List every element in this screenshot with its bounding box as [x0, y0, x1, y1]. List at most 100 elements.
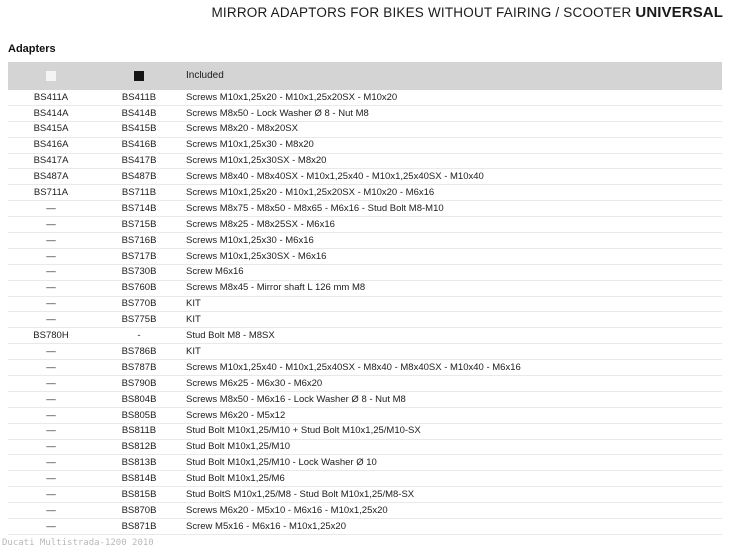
page-title-emphasis: UNIVERSAL [635, 4, 723, 21]
adapter-code-b: BS487B [94, 172, 184, 182]
adapter-code-b: BS790B [94, 379, 184, 389]
adapter-code-a: — [8, 220, 94, 230]
included-parts: KIT [184, 347, 722, 357]
adapter-code-b: BS415B [94, 124, 184, 134]
included-parts: Screw M5x16 - M6x16 - M10x1,25x20 [184, 522, 722, 532]
included-parts: Screws M8x40 - M8x40SX - M10x1,25x40 - M… [184, 172, 722, 182]
included-parts: Screws M8x50 - M6x16 - Lock Washer Ø 8 -… [184, 395, 722, 405]
adapter-code-a: — [8, 411, 94, 421]
included-parts: Screws M6x25 - M6x30 - M6x20 [184, 379, 722, 389]
table-row: — BS715B Screws M8x25 - M8x25SX - M6x16 [8, 217, 722, 233]
included-parts: Screws M8x25 - M8x25SX - M6x16 [184, 220, 722, 230]
included-parts: Screws M10x1,25x30SX - M6x16 [184, 252, 722, 262]
included-parts: Screws M8x75 - M8x50 - M8x65 - M6x16 - S… [184, 204, 722, 214]
table-row: — BS717B Screws M10x1,25x30SX - M6x16 [8, 249, 722, 265]
adapter-code-a: — [8, 363, 94, 373]
adapter-code-a: — [8, 522, 94, 532]
included-parts: Stud Bolt M10x1,25/M10 [184, 442, 722, 452]
adapter-code-a: BS416A [8, 140, 94, 150]
adapter-code-a: BS414A [8, 109, 94, 119]
included-parts: Screws M10x1,25x30 - M6x16 [184, 236, 722, 246]
adapter-code-b: BS716B [94, 236, 184, 246]
table-row: — BS805B Screws M6x20 - M5x12 [8, 408, 722, 424]
included-parts: Screws M10x1,25x30 - M8x20 [184, 140, 722, 150]
table-row: — BS804B Screws M8x50 - M6x16 - Lock Was… [8, 392, 722, 408]
adapter-code-a: BS780H [8, 331, 94, 341]
included-parts: Screws M8x50 - Lock Washer Ø 8 - Nut M8 [184, 109, 722, 119]
adapter-code-b: BS870B [94, 506, 184, 516]
table-row: BS416A BS416B Screws M10x1,25x30 - M8x20 [8, 138, 722, 154]
white-square-icon [46, 71, 56, 81]
adapters-table: Included BS411A BS411B Screws M10x1,25x2… [8, 62, 722, 535]
included-parts: Screws M8x45 - Mirror shaft L 126 mm M8 [184, 283, 722, 293]
table-row: — BS870B Screws M6x20 - M5x10 - M6x16 - … [8, 503, 722, 519]
included-parts: Screws M10x1,25x20 - M10x1,25x20SX - M10… [184, 188, 722, 198]
adapter-code-a: — [8, 283, 94, 293]
adapter-code-b: BS811B [94, 426, 184, 436]
table-row: — BS730B Screw M6x16 [8, 265, 722, 281]
included-parts: Screws M8x20 - M8x20SX [184, 124, 722, 134]
adapter-code-b: BS760B [94, 283, 184, 293]
adapter-code-a: — [8, 474, 94, 484]
table-row: — BS787B Screws M10x1,25x40 - M10x1,25x4… [8, 360, 722, 376]
black-square-icon [134, 71, 144, 81]
table-row: BS417A BS417B Screws M10x1,25x30SX - M8x… [8, 154, 722, 170]
adapter-code-a: — [8, 458, 94, 468]
adapter-code-a: — [8, 315, 94, 325]
adapter-code-a: — [8, 395, 94, 405]
column-header-included: Included [184, 71, 722, 81]
adapter-code-b: BS805B [94, 411, 184, 421]
adapter-code-a: BS417A [8, 156, 94, 166]
adapter-code-b: BS815B [94, 490, 184, 500]
table-row: — BS716B Screws M10x1,25x30 - M6x16 [8, 233, 722, 249]
table-row: BS711A BS711B Screws M10x1,25x20 - M10x1… [8, 185, 722, 201]
table-row: — BS815B Stud BoltS M10x1,25/M8 - Stud B… [8, 487, 722, 503]
adapter-code-a: — [8, 267, 94, 277]
page-title: MIRROR ADAPTORS FOR BIKES WITHOUT FAIRIN… [211, 4, 723, 21]
adapter-code-a: — [8, 236, 94, 246]
adapter-code-b: BS411B [94, 93, 184, 103]
adapter-code-a: — [8, 204, 94, 214]
adapter-code-b: BS730B [94, 267, 184, 277]
included-parts: KIT [184, 315, 722, 325]
adapter-code-a: BS487A [8, 172, 94, 182]
adapter-code-a: — [8, 506, 94, 516]
included-parts: Screws M6x20 - M5x12 [184, 411, 722, 421]
watermark-text: Ducati Multistrada-1200 2010 [2, 538, 154, 548]
adapter-code-b: BS717B [94, 252, 184, 262]
page-title-main: MIRROR ADAPTORS FOR BIKES WITHOUT FAIRIN… [211, 5, 635, 20]
table-body: BS411A BS411B Screws M10x1,25x20 - M10x1… [8, 90, 722, 535]
adapter-code-b: BS804B [94, 395, 184, 405]
table-row: — BS814B Stud Bolt M10x1,25/M6 [8, 471, 722, 487]
adapter-code-a: — [8, 347, 94, 357]
table-row: — BS790B Screws M6x25 - M6x30 - M6x20 [8, 376, 722, 392]
adapter-code-b: BS714B [94, 204, 184, 214]
table-row: — BS760B Screws M8x45 - Mirror shaft L 1… [8, 281, 722, 297]
included-parts: Screws M10x1,25x30SX - M8x20 [184, 156, 722, 166]
table-row: BS487A BS487B Screws M8x40 - M8x40SX - M… [8, 169, 722, 185]
included-parts: Screw M6x16 [184, 267, 722, 277]
included-parts: Stud Bolt M10x1,25/M6 [184, 474, 722, 484]
table-row: — BS813B Stud Bolt M10x1,25/M10 - Lock W… [8, 455, 722, 471]
included-parts: KIT [184, 299, 722, 309]
column-header-variant-a [8, 71, 94, 81]
table-row: BS415A BS415B Screws M8x20 - M8x20SX [8, 122, 722, 138]
table-row: BS780H - Stud Bolt M8 - M8SX [8, 328, 722, 344]
adapter-code-b: BS711B [94, 188, 184, 198]
adapter-code-b: BS813B [94, 458, 184, 468]
adapter-code-a: BS411A [8, 93, 94, 103]
table-row: — BS871B Screw M5x16 - M6x16 - M10x1,25x… [8, 519, 722, 535]
adapter-code-b: BS770B [94, 299, 184, 309]
adapter-code-a: BS415A [8, 124, 94, 134]
adapter-code-b: BS814B [94, 474, 184, 484]
adapter-code-b: BS417B [94, 156, 184, 166]
adapter-code-a: — [8, 426, 94, 436]
adapter-code-a: — [8, 252, 94, 262]
adapter-code-a: — [8, 379, 94, 389]
column-header-variant-b [94, 71, 184, 81]
adapter-code-b: BS715B [94, 220, 184, 230]
adapter-code-a: — [8, 442, 94, 452]
adapter-code-b: BS812B [94, 442, 184, 452]
table-row: BS411A BS411B Screws M10x1,25x20 - M10x1… [8, 90, 722, 106]
included-parts: Screws M10x1,25x20 - M10x1,25x20SX - M10… [184, 93, 722, 103]
